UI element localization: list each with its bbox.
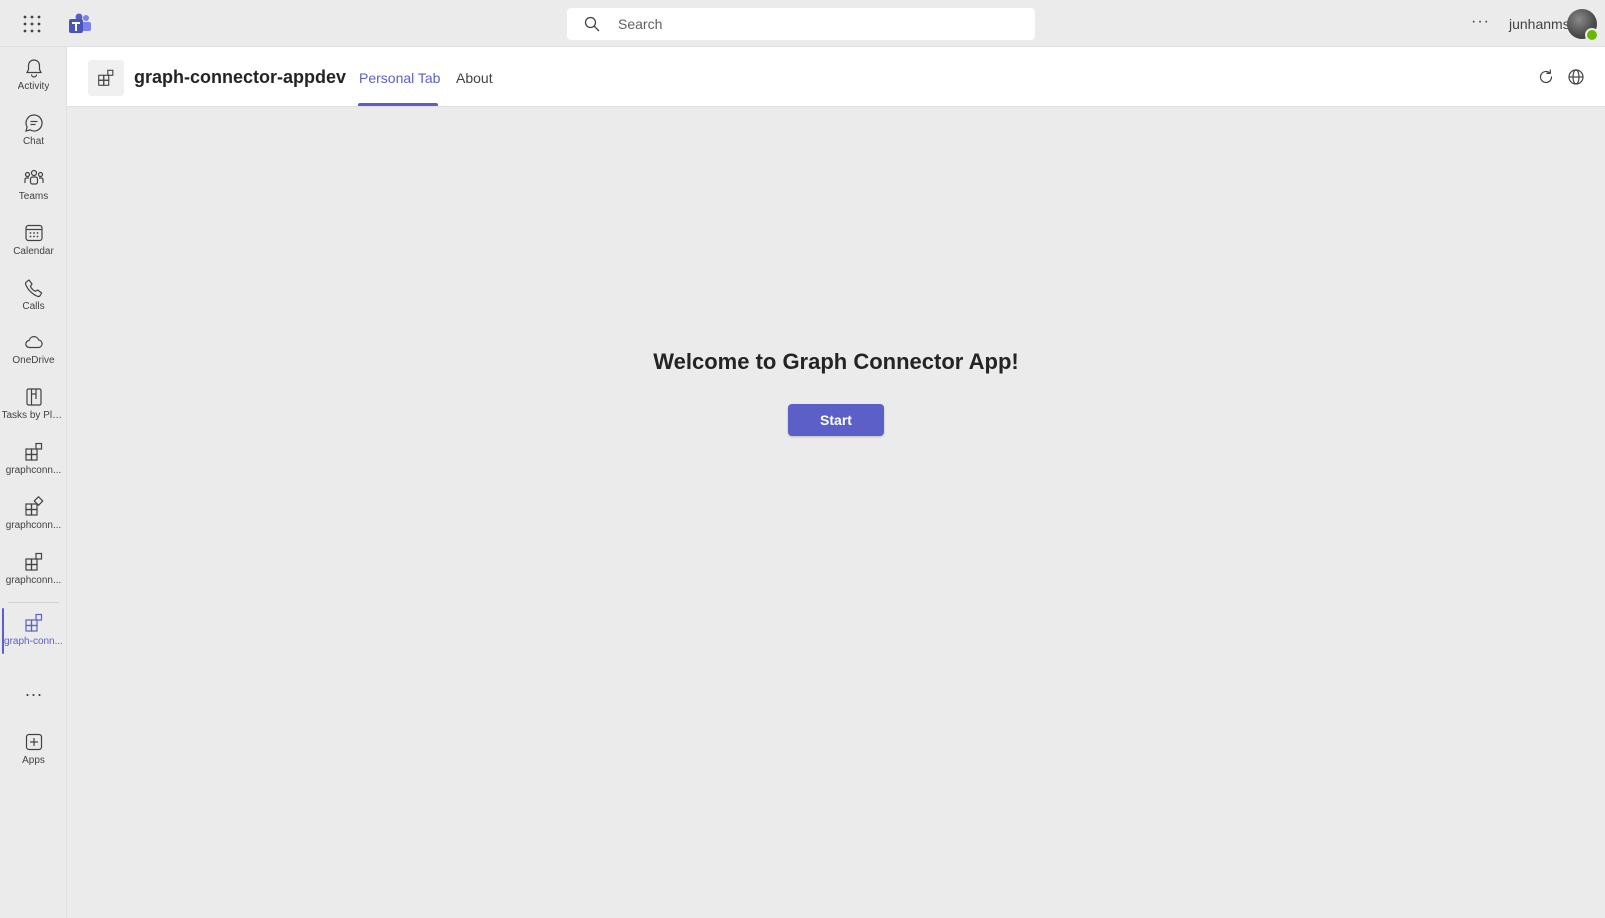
rail-item-onedrive[interactable]: OneDrive	[0, 323, 67, 377]
more-options-icon[interactable]: ···	[1471, 13, 1490, 31]
rail-item-label: Teams	[18, 191, 49, 202]
rail-item-teams[interactable]: Teams	[0, 159, 67, 213]
calendar-icon	[24, 224, 43, 242]
presence-badge	[1585, 28, 1599, 42]
rail-divider	[8, 602, 59, 603]
title-bar: Search ··· junhanms	[0, 0, 1605, 47]
rail-item-label: graphconn...	[5, 575, 62, 586]
rail-item-calendar[interactable]: Calendar	[0, 214, 67, 268]
rail-item-graphconn-3[interactable]: graphconn...	[0, 543, 67, 597]
search-icon	[584, 16, 600, 32]
rail-item-chat[interactable]: Chat	[0, 104, 67, 158]
rail-item-label: OneDrive	[12, 355, 55, 366]
start-button[interactable]: Start	[788, 404, 884, 436]
rail-item-tasks[interactable]: Tasks by Pla...	[0, 378, 67, 432]
cloud-icon	[24, 336, 43, 349]
tab-content: Welcome to Graph Connector App! Start	[67, 107, 1605, 918]
app-grid-icon	[24, 552, 42, 571]
app-grid-icon	[24, 442, 42, 461]
rail-item-activity[interactable]: Activity	[0, 49, 67, 103]
phone-icon	[24, 279, 42, 298]
rail-item-graph-conn-active[interactable]: graph-conn...	[0, 604, 67, 658]
more-apps-icon[interactable]: ···	[0, 684, 67, 705]
teams-icon	[23, 169, 44, 185]
chat-icon	[24, 114, 43, 132]
app-launcher-icon[interactable]	[23, 15, 41, 33]
rail-item-graphconn-1[interactable]: graphconn...	[0, 433, 67, 487]
app-grid-icon	[24, 613, 42, 632]
add-app-icon	[25, 733, 42, 751]
rail-item-label: Activity	[17, 81, 50, 92]
bell-icon	[25, 59, 42, 78]
rail-item-label: graph-conn...	[4, 636, 63, 647]
rail-item-label: Chat	[22, 136, 45, 147]
app-grid-icon	[98, 69, 114, 86]
rail-item-label: graphconn...	[5, 465, 62, 476]
tab-personal-tab[interactable]: Personal Tab	[359, 70, 440, 86]
rail-item-label: Tasks by Pla...	[1, 410, 66, 421]
app-header: graph-connector-appdev Personal Tab Abou…	[67, 47, 1605, 107]
rail-item-label: Apps	[22, 755, 45, 766]
username[interactable]: junhanms	[1509, 16, 1570, 32]
app-grid-icon	[24, 496, 44, 516]
app-icon	[88, 60, 124, 96]
refresh-icon[interactable]	[1537, 68, 1555, 86]
rail-item-graphconn-2[interactable]: graphconn...	[0, 488, 67, 542]
search-placeholder: Search	[618, 16, 663, 32]
search-input[interactable]: Search	[567, 8, 1035, 40]
rail-item-label: Calls	[22, 301, 45, 312]
globe-icon[interactable]	[1567, 68, 1585, 86]
rail-item-label: graphconn...	[5, 520, 62, 531]
app-title: graph-connector-appdev	[134, 67, 347, 87]
teams-logo-icon	[69, 13, 91, 33]
welcome-heading: Welcome to Graph Connector App!	[653, 349, 1019, 374]
tab-about[interactable]: About	[456, 70, 493, 86]
app-rail: Activity Chat Teams Calendar Calls OneDr…	[0, 47, 67, 918]
rail-item-calls[interactable]: Calls	[0, 269, 67, 323]
tasks-icon	[25, 388, 42, 406]
active-tab-indicator	[358, 103, 438, 106]
rail-item-apps[interactable]: Apps	[0, 723, 67, 777]
rail-item-label: Calendar	[13, 246, 54, 257]
